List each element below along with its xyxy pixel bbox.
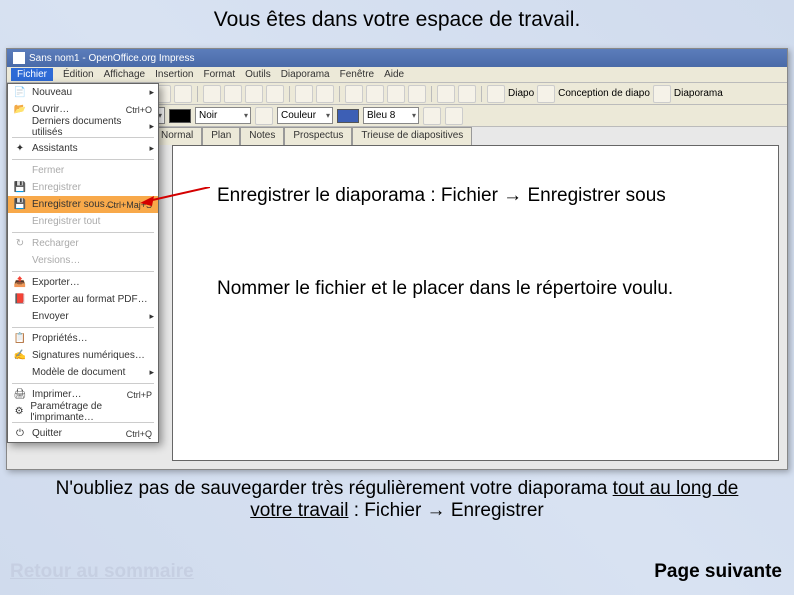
slide-canvas: Enregistrer le diaporama : Fichier → Enr…	[172, 145, 779, 461]
tb-redo-icon[interactable]	[316, 85, 334, 103]
dd-nouveau[interactable]: 📄Nouveau	[8, 84, 158, 101]
tb-link-icon[interactable]	[387, 85, 405, 103]
menu-diaporama[interactable]: Diaporama	[281, 69, 330, 80]
separator	[12, 327, 154, 328]
menu-affichage[interactable]: Affichage	[104, 69, 146, 80]
tb-slideshow-icon[interactable]	[653, 85, 671, 103]
tb-design-icon[interactable]	[537, 85, 555, 103]
tb-help-icon[interactable]	[458, 85, 476, 103]
dd-versions[interactable]: Versions…	[8, 252, 158, 269]
dd-fermer[interactable]: Fermer	[8, 162, 158, 179]
dd-recents[interactable]: Derniers documents utilisés	[8, 118, 158, 135]
save-as-icon: 💾	[12, 198, 28, 212]
dd-envoyer[interactable]: Envoyer	[8, 308, 158, 325]
instruction-2: Nommer le fichier et le placer dans le r…	[209, 274, 681, 304]
tb-paste-icon[interactable]	[245, 85, 263, 103]
tb-grid-icon[interactable]	[445, 107, 463, 125]
instruction-1: Enregistrer le diaporama : Fichier → Enr…	[209, 181, 674, 211]
separator	[481, 86, 482, 102]
tb-zoom-icon[interactable]	[437, 85, 455, 103]
separator	[197, 86, 198, 102]
menu-outils[interactable]: Outils	[245, 69, 271, 80]
tab-notes[interactable]: Notes	[240, 127, 284, 145]
tb-nav-icon[interactable]	[408, 85, 426, 103]
dd-recharger[interactable]: ↻Recharger	[8, 235, 158, 252]
view-tabs: Normal Plan Notes Prospectus Trieuse de …	[152, 127, 472, 145]
nav-prev-link[interactable]: Retour au sommaire	[10, 561, 194, 583]
tb-table-icon[interactable]	[366, 85, 384, 103]
dd-signatures[interactable]: ✍Signatures numériques…	[8, 347, 158, 364]
properties-icon: 📋	[12, 332, 28, 346]
quit-icon: ⏻	[12, 427, 28, 441]
separator	[12, 232, 154, 233]
tb-cut-icon[interactable]	[203, 85, 221, 103]
export-icon: 📤	[12, 276, 28, 290]
menu-format[interactable]: Format	[203, 69, 235, 80]
menu-fenetre[interactable]: Fenêtre	[340, 69, 374, 80]
dd-exporter[interactable]: 📤Exporter…	[8, 274, 158, 291]
dd-enregistrer-sous[interactable]: 💾Enregistrer sous…Ctrl+Maj+S	[8, 196, 158, 213]
signature-icon: ✍	[12, 349, 28, 363]
open-folder-icon: 📂	[12, 103, 28, 117]
menu-aide[interactable]: Aide	[384, 69, 404, 80]
tab-normal[interactable]: Normal	[152, 127, 202, 145]
separator	[431, 86, 432, 102]
window-titlebar: Sans nom1 - OpenOffice.org Impress	[7, 49, 787, 67]
dd-param-impr[interactable]: ⚙Paramétrage de l'imprimante…	[8, 403, 158, 420]
window-title: Sans nom1 - OpenOffice.org Impress	[29, 53, 194, 64]
tb-conception-label[interactable]: Conception de diapo	[558, 88, 650, 99]
tb-color-name-2[interactable]: Bleu 8	[363, 107, 419, 124]
tb-diaporama-label[interactable]: Diaporama	[674, 88, 723, 99]
menu-fichier[interactable]: Fichier	[11, 68, 53, 81]
separator	[339, 86, 340, 102]
save-icon: 💾	[12, 181, 28, 195]
new-doc-icon: 📄	[12, 86, 28, 100]
wizard-icon: ✦	[12, 142, 28, 156]
tab-plan[interactable]: Plan	[202, 127, 240, 145]
tb-autospell-icon[interactable]	[174, 85, 192, 103]
tb-diapo-label[interactable]: Diapo	[508, 88, 534, 99]
tb-undo-icon[interactable]	[295, 85, 313, 103]
tb-copy-icon[interactable]	[224, 85, 242, 103]
separator	[12, 383, 154, 384]
dd-proprietes[interactable]: 📋Propriétés…	[8, 330, 158, 347]
arrow-annotation	[140, 187, 210, 207]
dd-quitter[interactable]: ⏻QuitterCtrl+Q	[8, 425, 158, 442]
dd-export-pdf[interactable]: 📕Exporter au format PDF…	[8, 291, 158, 308]
tb-line-color[interactable]	[169, 109, 191, 123]
tb-diapo-icon[interactable]	[487, 85, 505, 103]
tb-brush-icon[interactable]	[266, 85, 284, 103]
tb-color-name-1[interactable]: Noir	[195, 107, 251, 124]
reminder-text: N'oubliez pas de sauvegarder très réguli…	[40, 478, 754, 522]
separator	[289, 86, 290, 102]
menubar[interactable]: Fichier Édition Affichage Insertion Form…	[7, 67, 787, 83]
dd-enregistrer-tout[interactable]: Enregistrer tout	[8, 213, 158, 230]
dd-modele[interactable]: Modèle de document	[8, 364, 158, 381]
menu-insertion[interactable]: Insertion	[155, 69, 193, 80]
print-icon: 🖨	[12, 388, 28, 402]
nav-next-link[interactable]: Page suivante	[654, 561, 782, 583]
tb-shadow-icon[interactable]	[423, 107, 441, 125]
doc-icon	[13, 52, 25, 64]
separator	[12, 159, 154, 160]
menu-edition[interactable]: Édition	[63, 69, 94, 80]
tb-chart-icon[interactable]	[345, 85, 363, 103]
fichier-dropdown: 📄Nouveau 📂Ouvrir…Ctrl+O Derniers documen…	[7, 83, 159, 443]
app-screenshot: Sans nom1 - OpenOffice.org Impress Fichi…	[6, 48, 788, 470]
tab-prospectus[interactable]: Prospectus	[284, 127, 352, 145]
dd-enregistrer[interactable]: 💾Enregistrer	[8, 179, 158, 196]
printer-settings-icon: ⚙	[12, 405, 26, 419]
tb-fill-color[interactable]	[337, 109, 359, 123]
tb-fill-type[interactable]: Couleur	[277, 107, 333, 124]
dd-assistants[interactable]: ✦Assistants	[8, 140, 158, 157]
reload-icon: ↻	[12, 237, 28, 251]
tab-trieuse[interactable]: Trieuse de diapositives	[352, 127, 472, 145]
tb-fill-icon[interactable]	[255, 107, 273, 125]
separator	[12, 271, 154, 272]
pdf-icon: 📕	[12, 293, 28, 307]
slide-title: Vous êtes dans votre espace de travail.	[0, 8, 794, 32]
